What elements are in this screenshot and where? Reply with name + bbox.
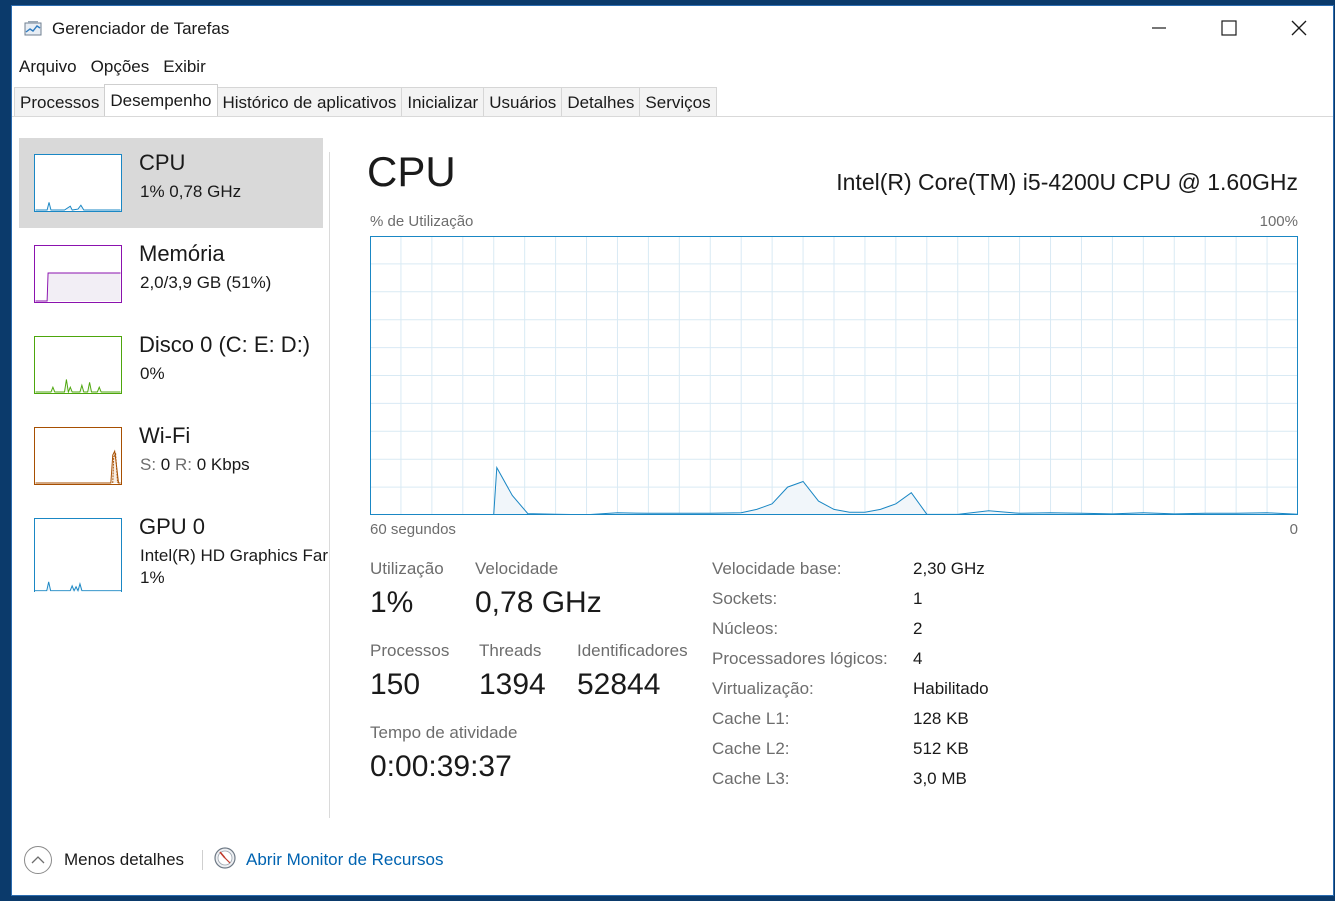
sidebar-divider[interactable] (329, 152, 330, 818)
performance-sidebar: CPU 1% 0,78 GHz Memória 2,0/3,9 GB (51%)… (12, 134, 330, 820)
sidebar-gpu-sub: Intel(R) HD Graphics Far (140, 546, 328, 565)
sidebar-item-cpu[interactable]: CPU 1% 0,78 GHz (19, 138, 323, 228)
tab-historico[interactable]: Histórico de aplicativos (216, 87, 403, 117)
graph-ymax-label: 100% (1259, 213, 1298, 230)
menu-bar: Arquivo Opções Exibir (12, 54, 213, 80)
sidebar-cpu-sub: 1% 0,78 GHz (140, 182, 242, 201)
menu-arquivo[interactable]: Arquivo (12, 54, 84, 80)
sidebar-item-gpu[interactable]: GPU 0 Intel(R) HD Graphics Far 1% (19, 502, 328, 592)
sidebar-disk-sub: 0% (140, 364, 165, 383)
spec-value: 2 (913, 619, 923, 638)
cpu-model-name: Intel(R) Core(TM) i5-4200U CPU @ 1.60GHz (836, 169, 1298, 195)
threads-value: 1394 (479, 668, 546, 701)
tab-divider (12, 116, 1333, 117)
less-details-toggle[interactable] (24, 846, 52, 874)
tab-detalhes[interactable]: Detalhes (561, 87, 641, 117)
uptime-value: 0:00:39:37 (370, 750, 512, 783)
disk-thumbnail-graph (34, 336, 122, 394)
open-resource-monitor-link[interactable]: Abrir Monitor de Recursos (246, 850, 443, 870)
spec-value: 1 (913, 589, 923, 608)
graph-xlabel-right: 0 (1289, 521, 1298, 538)
sidebar-memory-title: Memória (139, 241, 225, 266)
sidebar-memory-sub: 2,0/3,9 GB (51%) (140, 273, 272, 292)
wifi-thumbnail-graph (34, 427, 122, 485)
menu-exibir[interactable]: Exibir (156, 54, 213, 80)
footer-bar: Menos detalhes Abrir Monitor de Recursos (12, 836, 1333, 886)
wifi-receive-value: 0 Kbps (196, 455, 250, 474)
sidebar-item-wifi[interactable]: Wi-Fi S: 0 R: 0 Kbps (19, 411, 323, 501)
close-button[interactable] (1265, 6, 1333, 50)
utilization-label: Utilização (370, 559, 444, 578)
minimize-button[interactable] (1125, 6, 1193, 50)
speed-label: Velocidade (475, 559, 559, 578)
cpu-utilization-graph (370, 236, 1298, 515)
uptime-label: Tempo de atividade (370, 723, 518, 742)
spec-label: Cache L1: (712, 709, 790, 728)
spec-label: Sockets: (712, 589, 778, 608)
sidebar-gpu-title: GPU 0 (139, 514, 206, 539)
maximize-icon (1221, 20, 1237, 36)
sidebar-item-memory[interactable]: Memória 2,0/3,9 GB (51%) (19, 229, 323, 319)
sidebar-wifi-sub: S: 0 R: 0 Kbps (140, 455, 250, 475)
cpu-thumbnail-graph (34, 154, 122, 212)
memory-thumbnail-graph (34, 245, 122, 303)
title-bar[interactable]: Gerenciador de Tarefas (12, 6, 1333, 50)
graph-xlabel-left: 60 segundos (370, 521, 456, 538)
wifi-send-label: S: (140, 455, 157, 474)
spec-label: Processadores lógicos: (712, 649, 888, 668)
task-manager-window: Gerenciador de Tarefas Arquivo Opções Ex… (12, 6, 1333, 895)
tab-processos[interactable]: Processos (14, 87, 106, 117)
graph-grid (370, 236, 1298, 515)
processes-label: Processos (370, 641, 450, 660)
handles-label: Identificadores (577, 641, 688, 660)
tab-usuarios[interactable]: Usuários (483, 87, 563, 117)
threads-label: Threads (479, 641, 542, 660)
resource-monitor-icon[interactable] (214, 847, 236, 869)
utilization-value: 1% (370, 586, 414, 619)
tab-servicos[interactable]: Serviços (639, 87, 717, 117)
window-title: Gerenciador de Tarefas (52, 19, 230, 38)
handles-value: 52844 (577, 668, 661, 701)
spec-value: 128 KB (913, 709, 969, 728)
processes-value: 150 (370, 668, 421, 701)
sidebar-cpu-title: CPU (139, 150, 186, 175)
wifi-receive-label: R: (175, 455, 192, 474)
spec-value: 3,0 MB (913, 769, 967, 788)
graph-ylabel: % de Utilização (370, 213, 474, 230)
spec-label: Núcleos: (712, 619, 779, 638)
spec-value: 2,30 GHz (913, 559, 985, 578)
spec-value: 512 KB (913, 739, 969, 758)
footer-separator (202, 850, 203, 870)
task-manager-icon (24, 21, 42, 36)
chevron-up-icon (31, 856, 45, 864)
tab-strip: Processos Desempenho Histórico de aplica… (14, 84, 717, 117)
spec-value: Habilitado (913, 679, 989, 698)
sidebar-disk-title: Disco 0 (C: E: D:) (139, 332, 311, 357)
speed-value: 0,78 GHz (475, 586, 602, 619)
close-icon (1291, 20, 1307, 36)
tab-desempenho[interactable]: Desempenho (104, 84, 218, 116)
spec-value: 4 (913, 649, 923, 668)
page-title: CPU (367, 148, 456, 195)
spec-label: Virtualização: (712, 679, 814, 698)
menu-opcoes[interactable]: Opções (84, 54, 157, 80)
sidebar-wifi-title: Wi-Fi (139, 423, 191, 448)
tab-inicializar[interactable]: Inicializar (401, 87, 485, 117)
gpu-thumbnail-graph (34, 518, 122, 592)
less-details-button[interactable]: Menos detalhes (64, 850, 184, 870)
spec-label: Cache L3: (712, 769, 790, 788)
spec-label: Velocidade base: (712, 559, 842, 578)
sidebar-gpu-sub2: 1% (140, 568, 165, 587)
maximize-button[interactable] (1195, 6, 1263, 50)
wifi-send-value: 0 (160, 455, 171, 474)
spec-label: Cache L2: (712, 739, 790, 758)
minimize-icon (1152, 27, 1166, 29)
sidebar-item-disk[interactable]: Disco 0 (C: E: D:) 0% (19, 320, 323, 410)
